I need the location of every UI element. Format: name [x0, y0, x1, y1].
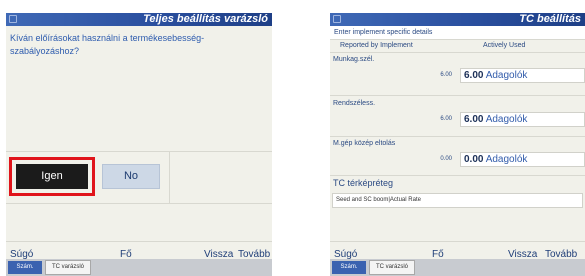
active-value-field[interactable]: 6.00 Adagolók: [460, 68, 585, 83]
divider: [330, 175, 585, 176]
active-value-field[interactable]: 6.00 Adagolók: [460, 112, 585, 127]
column-header-reported: Reported by Implement: [340, 42, 413, 49]
title-bar: Teljes beállítás varázsló: [6, 13, 272, 26]
reported-value: 6.00: [440, 72, 452, 78]
map-layer-label: TC térképréteg: [333, 178, 394, 188]
active-unit: Adagolók: [485, 114, 528, 125]
map-layer-field[interactable]: Seed and SC boom|Actual Rate: [332, 193, 583, 208]
window-icon: [333, 15, 341, 23]
reported-value: 6.00: [440, 116, 452, 122]
divider: [6, 203, 272, 204]
active-value-field[interactable]: 0.00 Adagolók: [460, 152, 585, 167]
row-label: Munkag.szél.: [333, 56, 375, 63]
wizard-question: Kíván előírásokat használni a termékeseb…: [10, 33, 205, 56]
section-subheader: Enter implement specific details: [330, 26, 585, 40]
active-value: 6.00: [464, 114, 484, 125]
tab-numbers[interactable]: Szám.: [8, 261, 42, 274]
row-label: M.gép közép eltolás: [333, 140, 396, 147]
reported-value: 0.00: [440, 156, 452, 162]
wizard-screen-right: TC beállítás Enter implement specific de…: [330, 13, 585, 276]
window-icon: [9, 15, 17, 23]
divider: [330, 95, 585, 96]
divider: [330, 136, 585, 137]
bottom-tab-bar: Szám. TC varázsló: [330, 259, 585, 276]
tab-numbers[interactable]: Szám.: [332, 261, 366, 274]
row-label: Rendszéless.: [333, 100, 376, 107]
active-value: 6.00: [464, 70, 484, 81]
tab-tc-wizard[interactable]: TC varázsló: [369, 260, 416, 275]
screen-title: TC beállítás: [519, 13, 581, 25]
no-button[interactable]: No: [102, 164, 160, 189]
active-unit: Adagolók: [485, 154, 528, 165]
divider: [330, 52, 585, 53]
bottom-tab-bar: Szám. TC varázsló: [6, 259, 272, 276]
wizard-screen-left: Teljes beállítás varázsló Kíván előíráso…: [6, 13, 272, 276]
divider: [6, 151, 272, 152]
active-value: 0.00: [464, 154, 484, 165]
title-bar: TC beállítás: [330, 13, 585, 26]
active-unit: Adagolók: [485, 70, 528, 81]
tab-tc-wizard[interactable]: TC varázsló: [45, 260, 92, 275]
screen-title: Teljes beállítás varázsló: [143, 13, 268, 25]
column-header-active: Actively Used: [483, 42, 526, 49]
highlight-frame: [9, 157, 95, 196]
divider: [169, 151, 170, 203]
